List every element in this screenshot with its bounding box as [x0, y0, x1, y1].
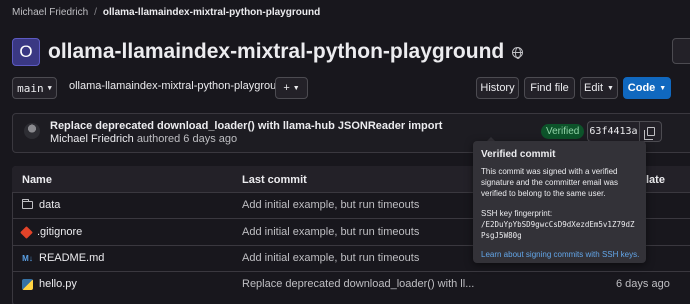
add-file-button[interactable]: + ▼ [275, 77, 308, 99]
breadcrumb-project[interactable]: ollama-llamaindex-mixtral-python-playgro… [103, 7, 320, 18]
project-title: ollama-llamaindex-mixtral-python-playgro… [48, 40, 505, 63]
find-file-button[interactable]: Find file [524, 77, 575, 99]
page-title: ollama-llamaindex-mixtral-python-playgro… [48, 38, 524, 66]
avatar[interactable] [24, 123, 40, 139]
folder-icon [22, 199, 33, 209]
globe-icon [512, 46, 524, 59]
repo-path-root[interactable]: ollama-llamaindex-mixtral-python-playgro… [69, 80, 288, 92]
chevron-down-icon: ▼ [607, 84, 614, 92]
column-header-last-commit: Last commit [242, 174, 307, 186]
file-last-commit[interactable]: Add initial example, but run timeouts [242, 199, 419, 211]
code-button-label: Code [627, 82, 656, 94]
signing-help-link[interactable]: Learn about signing commits with SSH key… [481, 250, 639, 259]
copy-icon [643, 127, 655, 140]
breadcrumb-separator: / [94, 7, 97, 18]
history-button[interactable]: History [476, 77, 519, 99]
copy-sha-button[interactable] [640, 121, 662, 142]
file-name[interactable]: hello.py [39, 278, 77, 290]
chevron-down-icon: ▼ [659, 84, 667, 92]
plus-icon: + [283, 82, 290, 94]
column-header-last-update: late [646, 174, 665, 186]
code-button[interactable]: Code ▼ [623, 77, 671, 99]
table-row[interactable]: hello.py [22, 278, 77, 290]
file-last-commit[interactable]: Replace deprecated download_loader() wit… [242, 278, 474, 290]
file-last-commit[interactable]: Add initial example, but run timeouts [242, 252, 419, 264]
commit-meta: Michael Friedrich authored 6 days ago [50, 133, 237, 145]
breadcrumb-owner[interactable]: Michael Friedrich [12, 7, 88, 18]
chevron-down-icon: ▼ [47, 84, 52, 92]
table-row[interactable]: M↓ README.md [22, 252, 104, 264]
branch-selector[interactable]: main ▼ [12, 77, 57, 99]
file-last-update: 6 days ago [616, 278, 670, 290]
tooltip-body: This commit was signed with a verified s… [481, 167, 618, 198]
verified-badge[interactable]: Verified [541, 124, 585, 139]
edit-button-label: Edit [584, 82, 604, 94]
markdown-icon: M↓ [22, 253, 33, 263]
table-row[interactable]: .gitignore [20, 225, 82, 239]
fingerprint-value: /E2DuYpYbSD9gwcCsD9dXezdEm5v1Z79dZPsgJ5W… [481, 220, 635, 240]
project-avatar: O [12, 38, 40, 66]
column-header-name: Name [22, 174, 52, 186]
file-last-commit[interactable]: Add initial example, but run timeouts [242, 226, 419, 238]
fingerprint-label: SSH key fingerprint: [481, 209, 553, 218]
repo-path: ollama-llamaindex-mixtral-python-playgro… [69, 80, 300, 92]
breadcrumb: Michael Friedrich / ollama-llamaindex-mi… [12, 7, 320, 18]
commit-sha[interactable]: 63f4413a [587, 121, 640, 142]
file-name[interactable]: .gitignore [37, 226, 82, 238]
edit-button[interactable]: Edit ▼ [580, 77, 618, 99]
file-name[interactable]: README.md [39, 252, 104, 264]
commit-authored-time: authored 6 days ago [136, 133, 238, 145]
file-name[interactable]: data [39, 199, 60, 211]
tooltip-title: Verified commit [481, 149, 556, 160]
table-row[interactable]: data [22, 199, 60, 211]
row-divider [12, 271, 690, 272]
commit-author[interactable]: Michael Friedrich [50, 133, 134, 145]
verified-commit-tooltip: Verified commit This commit was signed w… [473, 141, 646, 263]
project-action-button[interactable] [672, 38, 690, 64]
branch-name: main [17, 81, 44, 95]
commit-title[interactable]: Replace deprecated download_loader() wit… [50, 120, 442, 132]
git-icon [20, 225, 33, 239]
python-icon [22, 278, 33, 290]
chevron-down-icon: ▼ [292, 84, 300, 92]
